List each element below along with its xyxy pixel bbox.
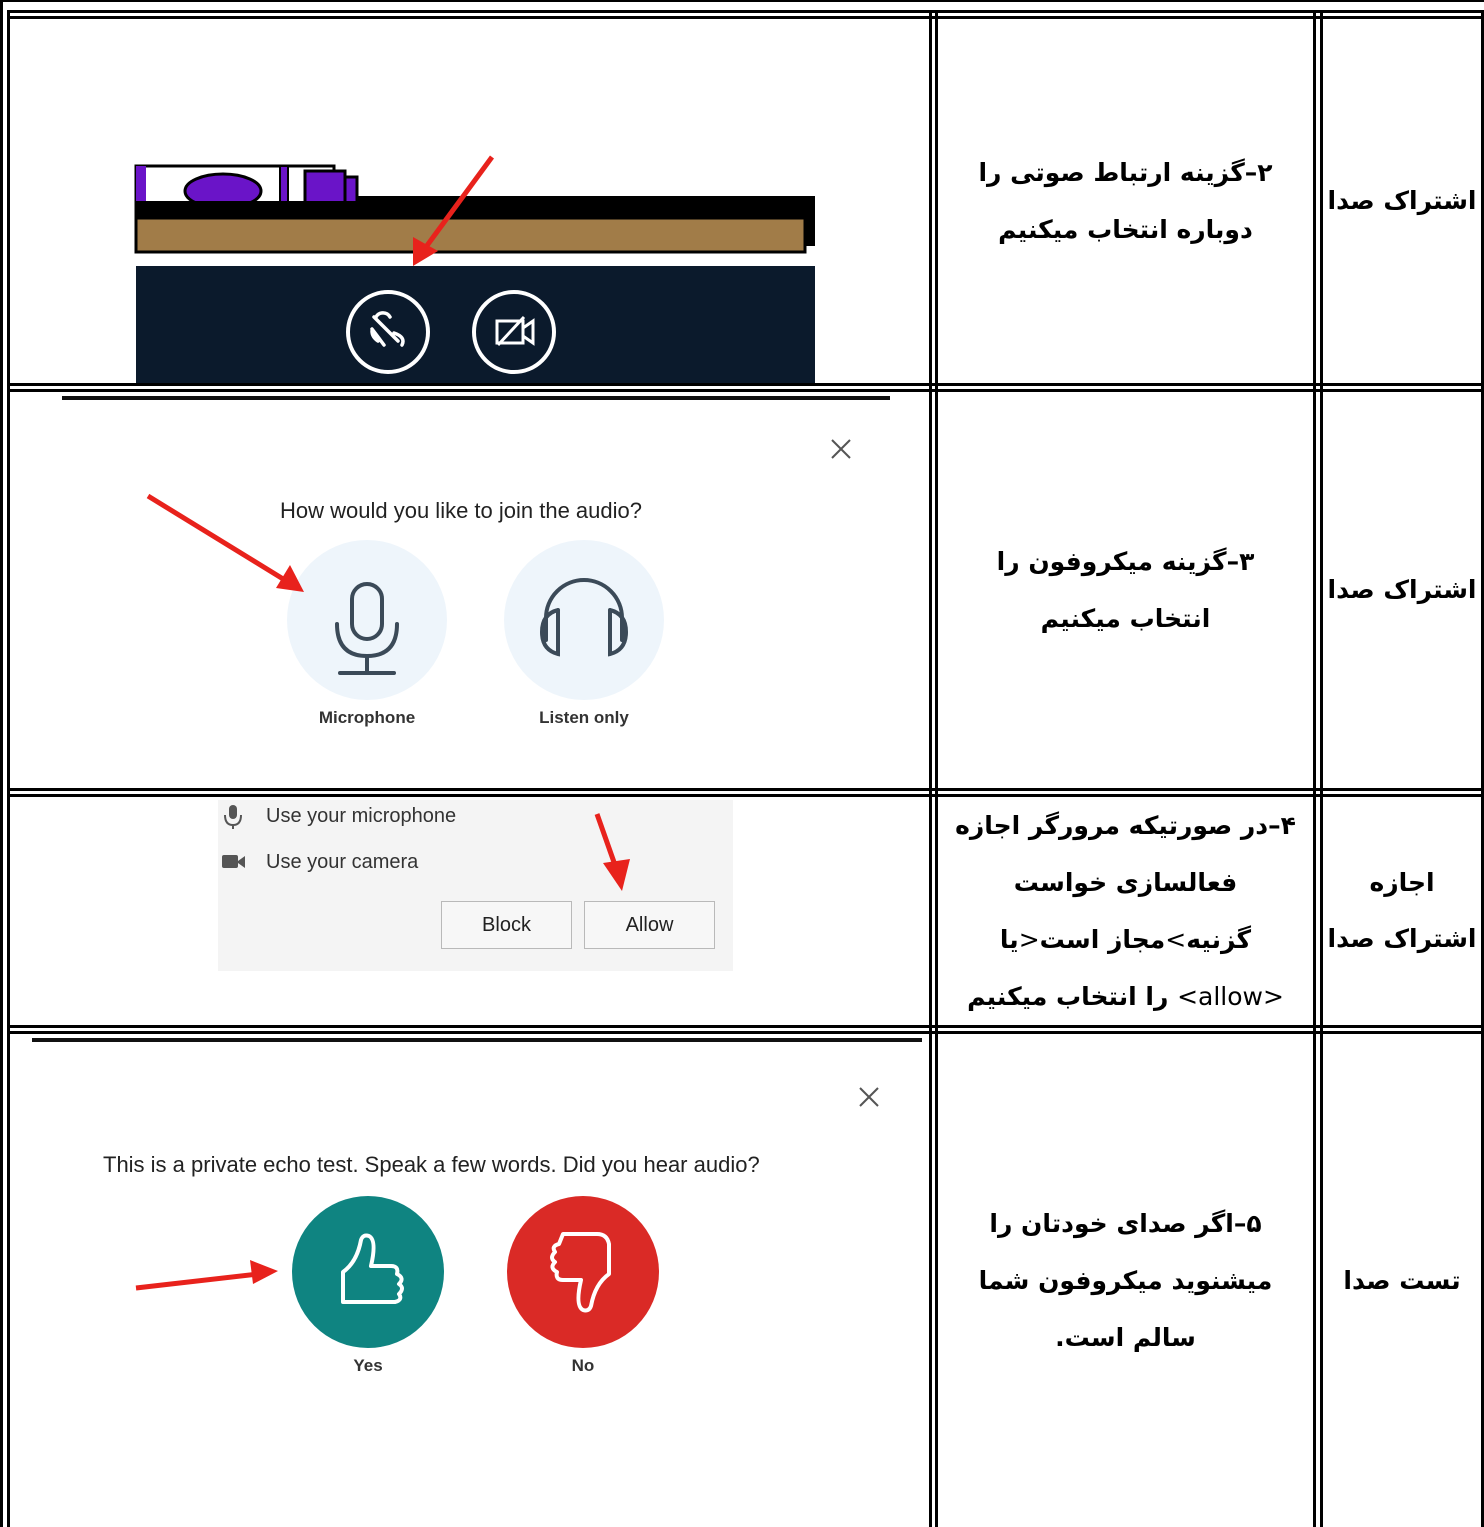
shelf-image	[134, 216, 807, 254]
column-divider-2a	[1313, 10, 1316, 1527]
use-microphone-text: Use your microphone	[266, 805, 457, 827]
echo-test-graphics	[135, 1087, 879, 1348]
row4-image-cell: This is a private echo test. Speak a few…	[10, 1034, 929, 1527]
row3-desc-allow: <allow>	[1177, 982, 1284, 1011]
microphone-small-icon	[224, 805, 242, 829]
row1-description: ۲–گزینه ارتباط صوتی را دوباره انتخاب میک…	[938, 19, 1313, 383]
row3-image-cell: Use your microphone Use your camera Bloc…	[10, 797, 929, 1025]
row3-description-text: ۴–در صورتیکه مرورگر اجازه فعالسازی خواست…	[952, 797, 1299, 1025]
row1-description-text: ۲–گزینه ارتباط صوتی را دوباره انتخاب میک…	[978, 158, 1273, 244]
row3-desc-part2: مجاز است	[1039, 925, 1166, 954]
row3-label: اجازه اشتراک صدا	[1323, 797, 1481, 1025]
yes-label[interactable]: Yes	[328, 1356, 408, 1376]
table-border-left	[0, 0, 3, 1527]
close-icon	[831, 439, 851, 459]
row2-image-cell: How would you like to join the audio? Mi…	[10, 392, 929, 788]
close-icon	[859, 1087, 879, 1107]
row-divider-3a	[7, 1025, 1484, 1028]
row4-description: ۵–اگر صدای خودتان را میشنوید میکروفون شم…	[938, 1034, 1313, 1527]
block-button[interactable]: Block	[441, 901, 572, 949]
row-divider-top-a	[7, 10, 1484, 13]
echo-test-question: This is a private echo test. Speak a few…	[103, 1152, 760, 1177]
allow-button[interactable]: Allow	[584, 901, 715, 949]
microphone-option-label[interactable]: Microphone	[297, 708, 437, 728]
row3-desc-gt: >	[1018, 925, 1040, 954]
row3-desc-part3: یا	[999, 925, 1019, 954]
row1-image-cell	[10, 19, 929, 383]
no-label[interactable]: No	[543, 1356, 623, 1376]
row3-label-line1: اجازه	[1369, 868, 1435, 897]
row4-description-text: ۵–اگر صدای خودتان را میشنوید میکروفون شم…	[978, 1209, 1273, 1352]
row4-label-text: تست صدا	[1343, 1265, 1461, 1295]
listen-bubble	[504, 540, 664, 700]
listen-only-option-label[interactable]: Listen only	[514, 708, 654, 728]
document-page: ۲–گزینه ارتباط صوتی را دوباره انتخاب میک…	[0, 0, 1484, 1527]
row1-label-text: اشتراک صدا	[1327, 186, 1477, 215]
join-audio-question: How would you like to join the audio?	[280, 498, 643, 523]
row3-desc-lt: <	[1165, 925, 1187, 954]
camera-small-icon	[222, 855, 245, 868]
row2-label: اشتراک صدا	[1323, 392, 1481, 788]
join-audio-graphics	[146, 439, 851, 700]
video-toggle-icon	[472, 290, 556, 374]
no-button-circle	[507, 1196, 659, 1348]
row2-label-text: اشتراک صدا	[1327, 575, 1477, 604]
row4-label: تست صدا	[1323, 1034, 1481, 1527]
row3-description: ۴–در صورتیکه مرورگر اجازه فعالسازی خواست…	[938, 797, 1313, 1025]
top-border	[0, 0, 1484, 2]
pointer-arrow	[594, 813, 630, 891]
use-camera-text: Use your camera	[266, 851, 419, 873]
pointer-arrow	[135, 1260, 278, 1291]
column-divider-1a	[929, 10, 932, 1527]
toolbar-screenshot	[134, 155, 815, 383]
audio-toggle-icon	[346, 290, 430, 374]
microphone-bubble	[287, 540, 447, 700]
yes-button-circle	[292, 1196, 444, 1348]
row3-desc-part4: را انتخاب میکنیم	[967, 982, 1178, 1011]
row3-label-line2: اشتراک صدا	[1327, 924, 1477, 953]
row-divider-2a	[7, 788, 1484, 791]
row-divider-1a	[7, 383, 1484, 386]
row1-label: اشتراک صدا	[1323, 19, 1481, 383]
row2-description-text: ۳–گزینه میکروفون را انتخاب میکنیم	[996, 547, 1255, 633]
row2-description: ۳–گزینه میکروفون را انتخاب میکنیم	[938, 392, 1313, 788]
